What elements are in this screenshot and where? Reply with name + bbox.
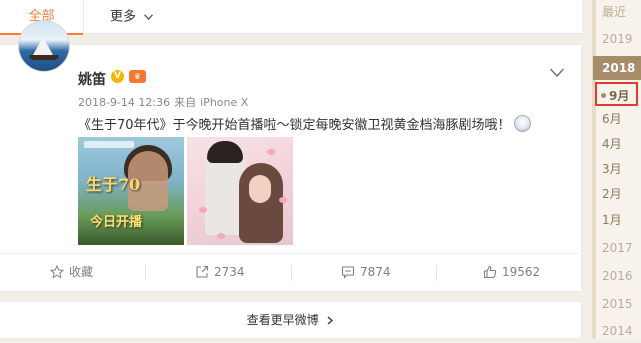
timeline-month-april[interactable]: 4月 [593, 132, 641, 156]
username[interactable]: 姚笛 [78, 69, 106, 89]
tab-more-dropdown[interactable]: 更多 [110, 0, 154, 34]
petal-shape [267, 149, 275, 155]
post-source-prefix: 来自 [174, 96, 197, 109]
favorite-button[interactable]: 收藏 [49, 254, 94, 291]
favorite-label: 收藏 [69, 265, 94, 279]
thumbs-up-icon [483, 265, 497, 279]
comment-icon [341, 266, 355, 279]
timeline-month-january[interactable]: 1月 [593, 208, 641, 232]
post-text: 《生于70年代》于今晚开始首播啦～锁定每晚安徽卫视黄金档海豚剧场哦！ [78, 114, 531, 133]
timeline-item-recent[interactable]: 最近 [593, 0, 641, 24]
timeline-month-label: 9月 [609, 89, 630, 103]
poster-title: 生于70 [86, 175, 141, 194]
petal-shape [217, 233, 225, 239]
repost-count: 2734 [214, 265, 245, 279]
divider [291, 265, 292, 281]
member-crown-icon[interactable]: ♛ [129, 70, 146, 83]
divider [436, 265, 437, 281]
timeline-year-2017[interactable]: 2017 [593, 236, 641, 260]
like-count: 19562 [502, 265, 541, 279]
timeline-month-february[interactable]: 2月 [593, 182, 641, 206]
channel-logo [84, 141, 134, 148]
post-image-1[interactable]: 生于70 今日开播 [78, 137, 184, 245]
filter-tabbar: 全部 更多 [0, 0, 582, 35]
repost-button[interactable]: 2734 [195, 254, 245, 291]
post-text-content: 《生于70年代》于今晚开始首播啦～锁定每晚安徽卫视黄金档海豚剧场哦！ [78, 118, 511, 133]
comment-count: 7874 [360, 265, 391, 279]
tab-more-label: 更多 [110, 9, 137, 25]
avatar-boat-shape [29, 55, 59, 60]
poster-man-hair [207, 141, 243, 163]
timeline-year-2018[interactable]: 2018 [593, 56, 641, 80]
post-source[interactable]: iPhone X [200, 96, 248, 109]
timeline-month-june[interactable]: 6月 [593, 107, 641, 131]
repost-icon [196, 265, 209, 278]
timeline-month-march[interactable]: 3月 [593, 157, 641, 181]
timeline-year-2019[interactable]: 2019 [593, 27, 641, 51]
timeline-year-2016[interactable]: 2016 [593, 264, 641, 288]
divider [145, 265, 146, 281]
timeline-year-2015[interactable]: 2015 [593, 292, 641, 316]
active-dot-icon [601, 93, 606, 98]
post-timestamp[interactable]: 2018-9-14 12:36 [78, 96, 170, 109]
post-meta: 2018-9-14 12:36 来自 iPhone X [78, 94, 252, 110]
post-menu-chevron-icon[interactable] [549, 64, 565, 78]
timeline-month-september[interactable]: 9月 [595, 82, 638, 106]
avatar-sail-shape [33, 37, 53, 55]
like-button[interactable]: 19562 [483, 254, 540, 291]
petal-shape [199, 207, 207, 213]
chevron-down-icon [144, 0, 154, 34]
poster-subtitle: 今日开播 [90, 215, 143, 230]
timeline-nav: 最近 2019 2018 9月 6月 4月 3月 2月 1月 2017 2016… [592, 0, 641, 339]
poster-woman-face [249, 175, 271, 203]
comment-button[interactable]: 7874 [341, 254, 391, 291]
post-image-2[interactable] [187, 137, 293, 245]
timeline-year-2014[interactable]: 2014 [593, 319, 641, 343]
load-more-button[interactable]: 查看更早微博 [0, 301, 582, 339]
emoji-icon [513, 115, 531, 132]
chevron-right-icon [327, 316, 334, 325]
load-more-label: 查看更早微博 [246, 313, 319, 327]
verified-badge-icon[interactable]: V [111, 70, 124, 83]
avatar[interactable] [18, 20, 70, 72]
petal-shape [279, 197, 287, 203]
star-icon [49, 264, 65, 279]
post-action-bar: 收藏 2734 7874 19562 [0, 253, 582, 291]
